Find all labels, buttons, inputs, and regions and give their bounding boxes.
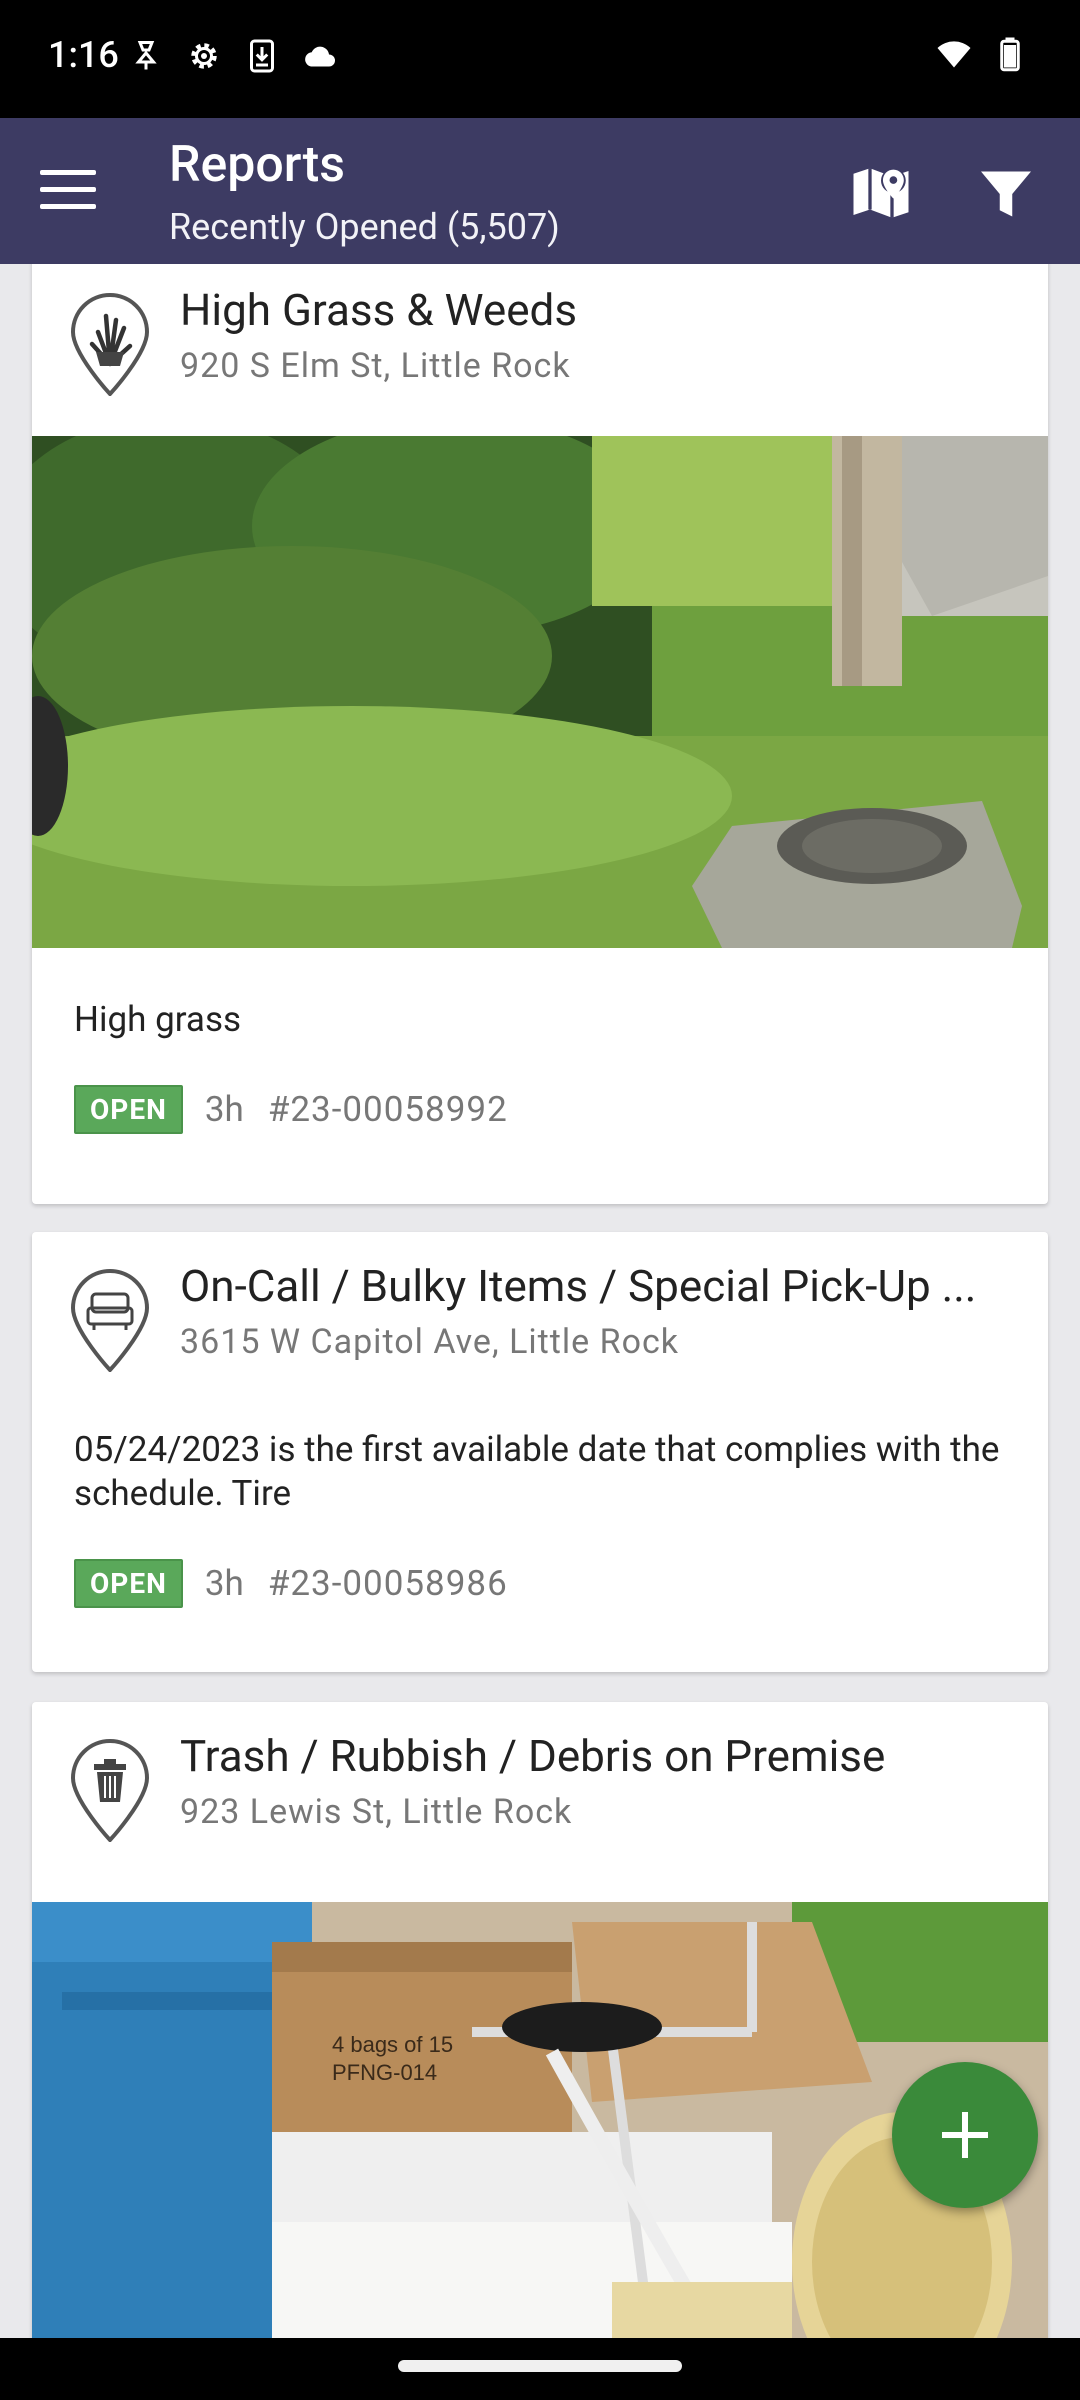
report-meta: OPEN 3h #23-00058986: [32, 1556, 1048, 1610]
page-title: Reports: [169, 136, 346, 194]
card-header: On-Call / Bulky Items / Special Pick-Up …: [32, 1232, 1048, 1428]
filter-button[interactable]: [976, 164, 1036, 224]
wifi-icon: [937, 41, 971, 68]
report-id: #23-00058986: [267, 1562, 508, 1604]
menu-button[interactable]: [40, 170, 96, 214]
report-age: 3h: [204, 1088, 244, 1130]
sofa-icon: [70, 1268, 150, 1372]
status-icons-right: [936, 36, 1028, 72]
report-title: Trash / Rubbish / Debris on Premise: [180, 1730, 886, 1782]
report-address: 920 S Elm St, Little Rock: [180, 346, 571, 386]
menu-icon: [40, 170, 96, 175]
cloud-icon: [305, 46, 335, 67]
hotspot-icon: [135, 41, 157, 70]
report-age: 3h: [204, 1562, 244, 1604]
box-label-text: 4 bags of 15: [332, 2032, 453, 2057]
map-button[interactable]: [848, 160, 914, 226]
status-bar: 1:16: [0, 0, 1080, 118]
settings-icon: [191, 43, 217, 69]
status-badge: OPEN: [74, 1558, 183, 1608]
report-card[interactable]: On-Call / Bulky Items / Special Pick-Up …: [32, 1232, 1048, 1672]
status-badge: OPEN: [74, 1084, 183, 1134]
navigation-bar: [0, 2338, 1080, 2400]
filter-icon: [981, 171, 1031, 217]
app-bar: Reports Recently Opened (5,507): [0, 118, 1080, 264]
report-title: High Grass & Weeds: [180, 284, 578, 336]
report-description: High grass: [74, 999, 242, 1040]
status-icons-left: [128, 38, 338, 74]
home-gesture-handle[interactable]: [398, 2360, 682, 2372]
page-subtitle[interactable]: Recently Opened (5,507): [169, 206, 560, 248]
report-id: #23-00058992: [267, 1088, 508, 1130]
card-header: High Grass & Weeds 920 S Elm St, Little …: [32, 264, 1048, 436]
report-card[interactable]: Trash / Rubbish / Debris on Premise 923 …: [32, 1702, 1048, 2338]
battery-icon: [1000, 37, 1020, 72]
report-card[interactable]: High Grass & Weeds 920 S Elm St, Little …: [0, 264, 1048, 1204]
report-list[interactable]: High Grass & Weeds 920 S Elm St, Little …: [0, 264, 1080, 2338]
status-time: 1:16: [48, 34, 119, 76]
map-pin-icon: [853, 168, 909, 218]
card-header: Trash / Rubbish / Debris on Premise 923 …: [32, 1702, 1048, 1902]
svg-text:PFNG-014: PFNG-014: [332, 2060, 437, 2085]
grass-icon: [70, 292, 150, 396]
report-description: 05/24/2023 is the first available date t…: [74, 1429, 1000, 1514]
report-meta: OPEN 3h #23-00058992: [32, 1082, 1048, 1136]
add-report-button[interactable]: [892, 2062, 1038, 2208]
report-address: 3615 W Capitol Ave, Little Rock: [180, 1322, 680, 1362]
report-photo[interactable]: [0, 416, 1048, 948]
download-icon: [250, 39, 274, 73]
report-title: On-Call / Bulky Items / Special Pick-Up …: [180, 1260, 977, 1312]
trash-can-icon: [70, 1738, 150, 1842]
report-address: 923 Lewis St, Little Rock: [180, 1792, 573, 1832]
